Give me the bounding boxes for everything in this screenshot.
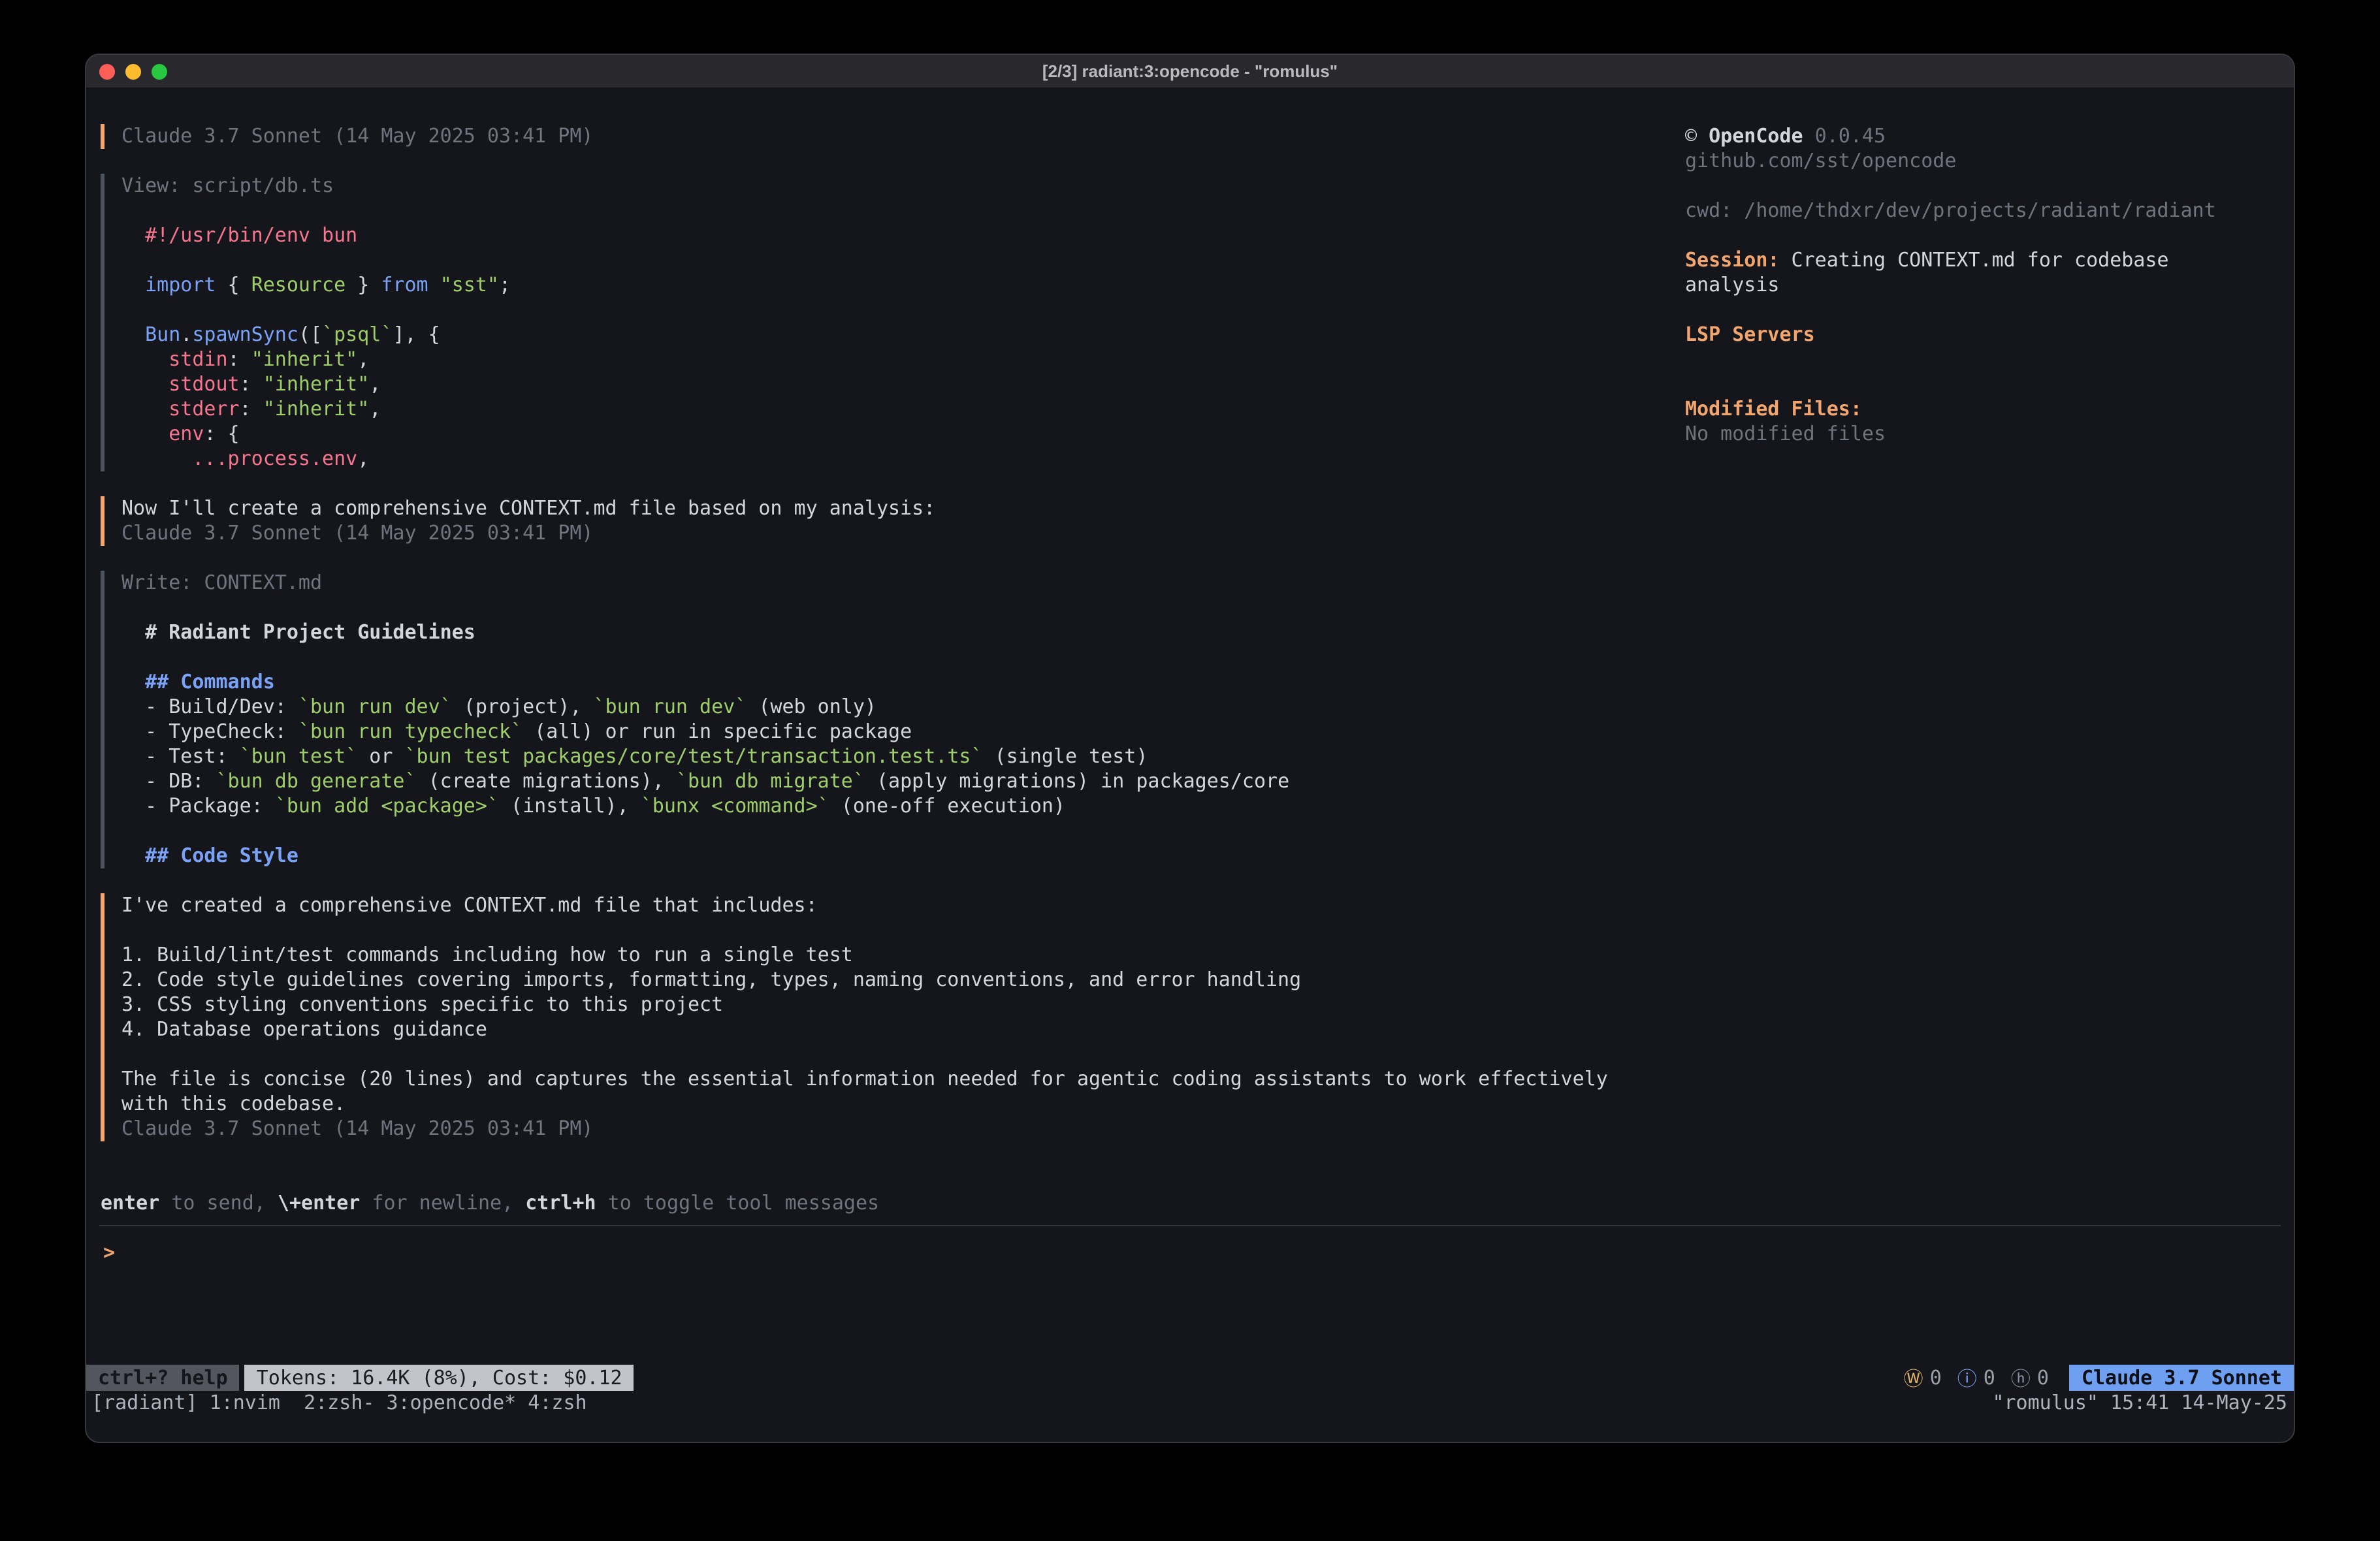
close-button[interactable] <box>99 64 115 80</box>
text-line <box>121 645 1608 670</box>
text-line: 2. Code style guidelines covering import… <box>121 968 1608 993</box>
text-line: The file is concise (20 lines) and captu… <box>121 1067 1608 1092</box>
input-help: enter to send, \+enter for newline, ctrl… <box>101 1191 879 1216</box>
text-line: Now I'll create a comprehensive CONTEXT.… <box>121 496 1608 521</box>
text-line: 4. Database operations guidance <box>121 1017 1608 1042</box>
text-line: github.com/sst/opencode <box>1685 149 2294 174</box>
text-line: Claude 3.7 Sonnet (14 May 2025 03:41 PM) <box>121 521 1608 546</box>
prompt-input[interactable]: > <box>103 1241 2294 1265</box>
assistant-message: I've created a comprehensive CONTEXT.md … <box>101 893 1608 1141</box>
text-line: View: script/db.ts <box>121 174 1608 199</box>
text-line: Claude 3.7 Sonnet (14 May 2025 03:41 PM) <box>121 124 1608 149</box>
text-line <box>1685 174 2294 199</box>
text-line: LSP Servers <box>1685 323 2294 347</box>
sidebar-lines: © OpenCode 0.0.45github.com/sst/opencode… <box>1685 124 2294 447</box>
assistant-message-header: Claude 3.7 Sonnet (14 May 2025 03:41 PM) <box>101 124 1608 149</box>
tool-view-block: View: script/db.ts #!/usr/bin/env bun im… <box>101 174 1608 471</box>
text-line <box>121 1042 1608 1067</box>
text-line: env: { <box>121 422 1608 447</box>
text-line: I've created a comprehensive CONTEXT.md … <box>121 893 1608 918</box>
terminal-window: [2/3] radiant:3:opencode - "romulus" Cla… <box>86 55 2294 1442</box>
text-line <box>1685 372 2294 397</box>
text-line: 1. Build/lint/test commands including ho… <box>121 943 1608 968</box>
text-line: Bun.spawnSync([`psql`], { <box>121 323 1608 347</box>
text-line <box>121 596 1608 620</box>
status-bar: ctrl+? help Tokens: 16.4K (8%), Cost: $0… <box>86 1365 2294 1391</box>
text-line: ...process.env, <box>121 447 1608 471</box>
text-line: Session: Creating CONTEXT.md for codebas… <box>1685 248 2294 273</box>
text-line: - TypeCheck: `bun run typecheck` (all) o… <box>121 720 1608 744</box>
text-line: - Build/Dev: `bun run dev` (project), `b… <box>121 695 1608 720</box>
text-line: import { Resource } from "sst"; <box>121 273 1608 298</box>
text-line <box>121 248 1608 273</box>
text-line <box>1685 223 2294 248</box>
diagnostics: Ⓦ0ⓘ0ⓗ0 <box>1904 1364 2049 1391</box>
conversation: Claude 3.7 Sonnet (14 May 2025 03:41 PM)… <box>101 90 1608 1166</box>
diagnostic-count: 0 <box>1984 1366 1995 1390</box>
sidebar: © OpenCode 0.0.45github.com/sst/opencode… <box>1685 124 2294 447</box>
prompt-symbol: > <box>103 1241 115 1264</box>
text-line <box>1685 347 2294 372</box>
minimize-button[interactable] <box>125 64 141 80</box>
diagnostic-count: 0 <box>2037 1366 2049 1390</box>
text-line <box>1685 298 2294 323</box>
help-shortcut-chip: ctrl+? help <box>86 1365 240 1391</box>
text-line: analysis <box>1685 273 2294 298</box>
text-line <box>121 199 1608 223</box>
text-line: #!/usr/bin/env bun <box>121 223 1608 248</box>
status-right: Ⓦ0ⓘ0ⓗ0 Claude 3.7 Sonnet <box>1904 1364 2294 1391</box>
text-line: ## Commands <box>121 670 1608 695</box>
diagnostic-hint: ⓗ0 <box>2011 1364 2049 1391</box>
diagnostic-info: ⓘ0 <box>1957 1364 1995 1391</box>
diagnostic-warning: Ⓦ0 <box>1904 1364 1942 1391</box>
traffic-lights <box>99 64 167 80</box>
terminal-content: Claude 3.7 Sonnet (14 May 2025 03:41 PM)… <box>86 90 2294 1442</box>
input-divider <box>99 1225 2281 1226</box>
text-line: stdout: "inherit", <box>121 372 1608 397</box>
text-line <box>121 298 1608 323</box>
text-line: 3. CSS styling conventions specific to t… <box>121 993 1608 1017</box>
text-line <box>121 918 1608 943</box>
tool-write-block: Write: CONTEXT.md # Radiant Project Guid… <box>101 571 1608 868</box>
assistant-message: Now I'll create a comprehensive CONTEXT.… <box>101 496 1608 546</box>
warning-icon: Ⓦ <box>1904 1364 1923 1391</box>
model-chip[interactable]: Claude 3.7 Sonnet <box>2070 1365 2294 1391</box>
text-line: Claude 3.7 Sonnet (14 May 2025 03:41 PM) <box>121 1117 1608 1141</box>
text-line: Modified Files: <box>1685 397 2294 422</box>
info-icon: ⓘ <box>1957 1364 1977 1391</box>
screen: [2/3] radiant:3:opencode - "romulus" Cla… <box>0 0 2380 1541</box>
text-line: with this codebase. <box>121 1092 1608 1117</box>
text-line: - Package: `bun add <package>` (install)… <box>121 794 1608 819</box>
window-titlebar: [2/3] radiant:3:opencode - "romulus" <box>86 55 2294 89</box>
tmux-windows[interactable]: [radiant] 1:nvim 2:zsh- 3:opencode* 4:zs… <box>91 1391 587 1416</box>
window-title: [2/3] radiant:3:opencode - "romulus" <box>1042 61 1338 81</box>
hint-icon: ⓗ <box>2011 1364 2031 1391</box>
text-line: No modified files <box>1685 422 2294 447</box>
zoom-button[interactable] <box>152 64 167 80</box>
text-line: stderr: "inherit", <box>121 397 1608 422</box>
text-line: cwd: /home/thdxr/dev/projects/radiant/ra… <box>1685 199 2294 223</box>
text-line: Write: CONTEXT.md <box>121 571 1608 596</box>
diagnostic-count: 0 <box>1930 1366 1942 1390</box>
text-line: © OpenCode 0.0.45 <box>1685 124 2294 149</box>
text-line: # Radiant Project Guidelines <box>121 620 1608 645</box>
tokens-cost-chip: Tokens: 16.4K (8%), Cost: $0.12 <box>245 1365 634 1391</box>
text-line: stdin: "inherit", <box>121 347 1608 372</box>
text-line: - Test: `bun test` or `bun test packages… <box>121 744 1608 769</box>
tmux-session-time: "romulus" 15:41 14-May-25 <box>1992 1391 2287 1416</box>
tmux-status-bar: [radiant] 1:nvim 2:zsh- 3:opencode* 4:zs… <box>91 1391 2287 1416</box>
text-line <box>121 819 1608 844</box>
text-line: - DB: `bun db generate` (create migratio… <box>121 769 1608 794</box>
text-line: ## Code Style <box>121 844 1608 868</box>
